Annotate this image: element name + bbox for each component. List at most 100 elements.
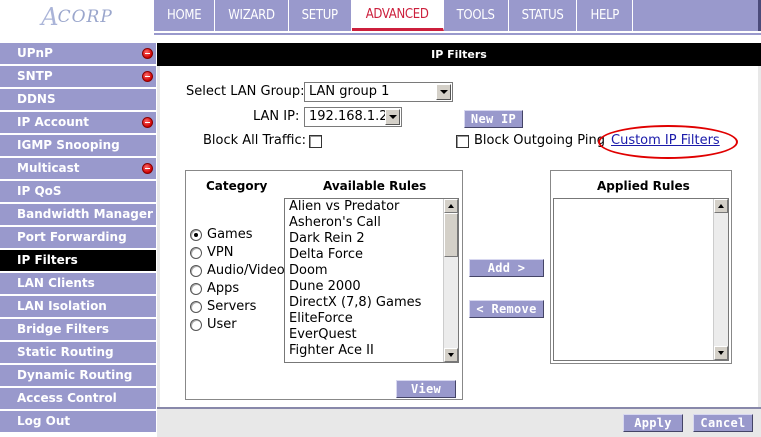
sidebar-item-label: Bandwidth Manager (17, 207, 153, 221)
radio-button[interactable] (190, 282, 202, 295)
panel-body: Select LAN Group: LAN group 1 LAN IP: 19… (160, 66, 758, 407)
radio-button[interactable] (190, 264, 202, 277)
block-outgoing-ping-checkbox[interactable] (456, 135, 469, 148)
sidebar-item-log-out[interactable]: Log Out (0, 411, 156, 432)
new-ip-button[interactable]: New IP (464, 110, 523, 128)
sidebar-item-ip-filters[interactable]: IP Filters (0, 250, 156, 271)
applied-rules-listbox[interactable] (553, 198, 729, 361)
sidebar-item-label: IP QoS (17, 184, 62, 198)
category-games[interactable]: Games (190, 227, 252, 242)
lan-group-select[interactable]: LAN group 1 (304, 82, 453, 102)
list-item[interactable]: Doom (285, 263, 458, 279)
sidebar-item-label: Access Control (17, 391, 117, 405)
category-label: Servers (207, 299, 257, 314)
scroll-down-icon[interactable] (714, 346, 728, 360)
sidebar-item-ip-qos[interactable]: IP QoS (0, 181, 156, 202)
sidebar-item-dynamic-routing[interactable]: Dynamic Routing (0, 365, 156, 386)
list-item[interactable]: Fighter Ace II (285, 343, 458, 359)
block-all-traffic-checkbox[interactable] (309, 135, 322, 148)
block-outgoing-ping-label: Block Outgoing Ping (474, 133, 605, 148)
chevron-down-icon[interactable] (385, 109, 400, 125)
nav-wizard[interactable]: WIZARD (215, 0, 289, 31)
list-item[interactable]: Alien vs Predator (285, 199, 458, 215)
scroll-thumb[interactable] (444, 213, 458, 257)
cancel-button[interactable]: Cancel (693, 414, 753, 432)
list-item[interactable]: Delta Force (285, 247, 458, 263)
sidebar-item-label: LAN Isolation (17, 299, 107, 313)
sidebar-item-lan-isolation[interactable]: LAN Isolation (0, 296, 156, 317)
sidebar-item-ip-account[interactable]: IP Account (0, 112, 156, 133)
nav-home[interactable]: HOME (154, 0, 216, 31)
category-label: User (207, 317, 237, 332)
sidebar-item-lan-clients[interactable]: LAN Clients (0, 273, 156, 294)
list-item[interactable]: Dark Rein 2 (285, 231, 458, 247)
sidebar-item-sntp[interactable]: SNTP (0, 66, 156, 87)
alert-icon (142, 163, 153, 174)
radio-button[interactable] (190, 300, 202, 313)
scroll-up-icon[interactable] (444, 199, 458, 213)
nav-setup[interactable]: SETUP (289, 0, 352, 31)
category-apps[interactable]: Apps (190, 281, 239, 296)
panel-title: IP Filters (157, 43, 761, 66)
sidebar-item-label: UPnP (17, 46, 53, 60)
category-servers[interactable]: Servers (190, 299, 256, 314)
sidebar-item-label: Static Routing (17, 345, 114, 359)
sidebar-item-label: IGMP Snooping (17, 138, 120, 152)
list-item[interactable]: DirectX (7,8) Games (285, 295, 458, 311)
ip-filters-panel: IP Filters Select LAN Group: LAN group 1… (157, 43, 761, 437)
category-label: Apps (207, 281, 240, 296)
category-label: Audio/Video (207, 263, 285, 278)
scroll-down-icon[interactable] (444, 348, 458, 362)
available-rules-header: Available Rules (323, 179, 427, 193)
category-header: Category (206, 179, 268, 193)
sidebar-item-label: Port Forwarding (17, 230, 127, 244)
lan-group-select-value: LAN group 1 (309, 84, 390, 99)
available-rules-scrollbar[interactable] (443, 199, 458, 362)
sidebar-item-upnp[interactable]: UPnP (0, 43, 156, 64)
sidebar-item-bandwidth-manager[interactable]: Bandwidth Manager (0, 204, 156, 225)
highlight-oval (598, 125, 738, 159)
sidebar-item-igmp-snooping[interactable]: IGMP Snooping (0, 135, 156, 156)
sidebar-item-label: DDNS (17, 92, 56, 106)
nav-status[interactable]: STATUS (509, 0, 578, 31)
applied-rules-scrollbar[interactable] (713, 199, 728, 360)
sidebar-item-bridge-filters[interactable]: Bridge Filters (0, 319, 156, 340)
category-user[interactable]: User (190, 317, 237, 332)
nav-help[interactable]: HELP (577, 0, 634, 31)
add-rule-button[interactable]: Add > (469, 259, 544, 277)
chevron-down-icon[interactable] (436, 84, 451, 100)
sidebar-item-label: IP Account (17, 115, 90, 129)
sidebar-item-ddns[interactable]: DDNS (0, 89, 156, 110)
lan-ip-select[interactable]: 192.168.1.2 (304, 107, 402, 127)
nav-advanced[interactable]: ADVANCED (351, 0, 444, 31)
available-rules-list: Alien vs Predator Asheron's Call Dark Rein… (285, 199, 458, 359)
sidebar-item-port-forwarding[interactable]: Port Forwarding (0, 227, 156, 248)
applied-rules-box: Applied Rules (550, 170, 732, 364)
list-item[interactable]: Dune 2000 (285, 279, 458, 295)
radio-button[interactable] (190, 228, 202, 241)
scroll-up-icon[interactable] (714, 199, 728, 213)
sidebar-item-label: Dynamic Routing (17, 368, 133, 382)
category-vpn[interactable]: VPN (190, 245, 233, 260)
nav-underline (154, 33, 761, 35)
list-item[interactable]: EliteForce (285, 311, 458, 327)
alert-icon (142, 48, 153, 59)
sidebar-item-static-routing[interactable]: Static Routing (0, 342, 156, 363)
sidebar-item-label: Bridge Filters (17, 322, 110, 336)
top-bar: A CORP HOME WIZARD SETUP ADVANCED TOOLS STATUS… (0, 0, 761, 40)
radio-button[interactable] (190, 318, 202, 331)
list-item[interactable]: EverQuest (285, 327, 458, 343)
sidebar-item-access-control[interactable]: Access Control (0, 388, 156, 409)
sidebar-item-multicast[interactable]: Multicast (0, 158, 156, 179)
nav-tools[interactable]: TOOLS (444, 0, 509, 31)
view-button[interactable]: View (396, 380, 456, 398)
remove-rule-button[interactable]: < Remove (469, 300, 544, 318)
block-all-traffic-label: Block All Traffic: (203, 133, 306, 148)
radio-button[interactable] (190, 246, 202, 259)
available-rules-listbox[interactable]: Alien vs Predator Asheron's Call Dark Rein… (284, 198, 459, 363)
sidebar-item-label: Log Out (17, 414, 71, 428)
apply-button[interactable]: Apply (623, 414, 683, 432)
sidebar-item-label: LAN Clients (17, 276, 95, 290)
list-item[interactable]: Asheron's Call (285, 215, 458, 231)
category-audio-video[interactable]: Audio/Video (190, 263, 285, 278)
